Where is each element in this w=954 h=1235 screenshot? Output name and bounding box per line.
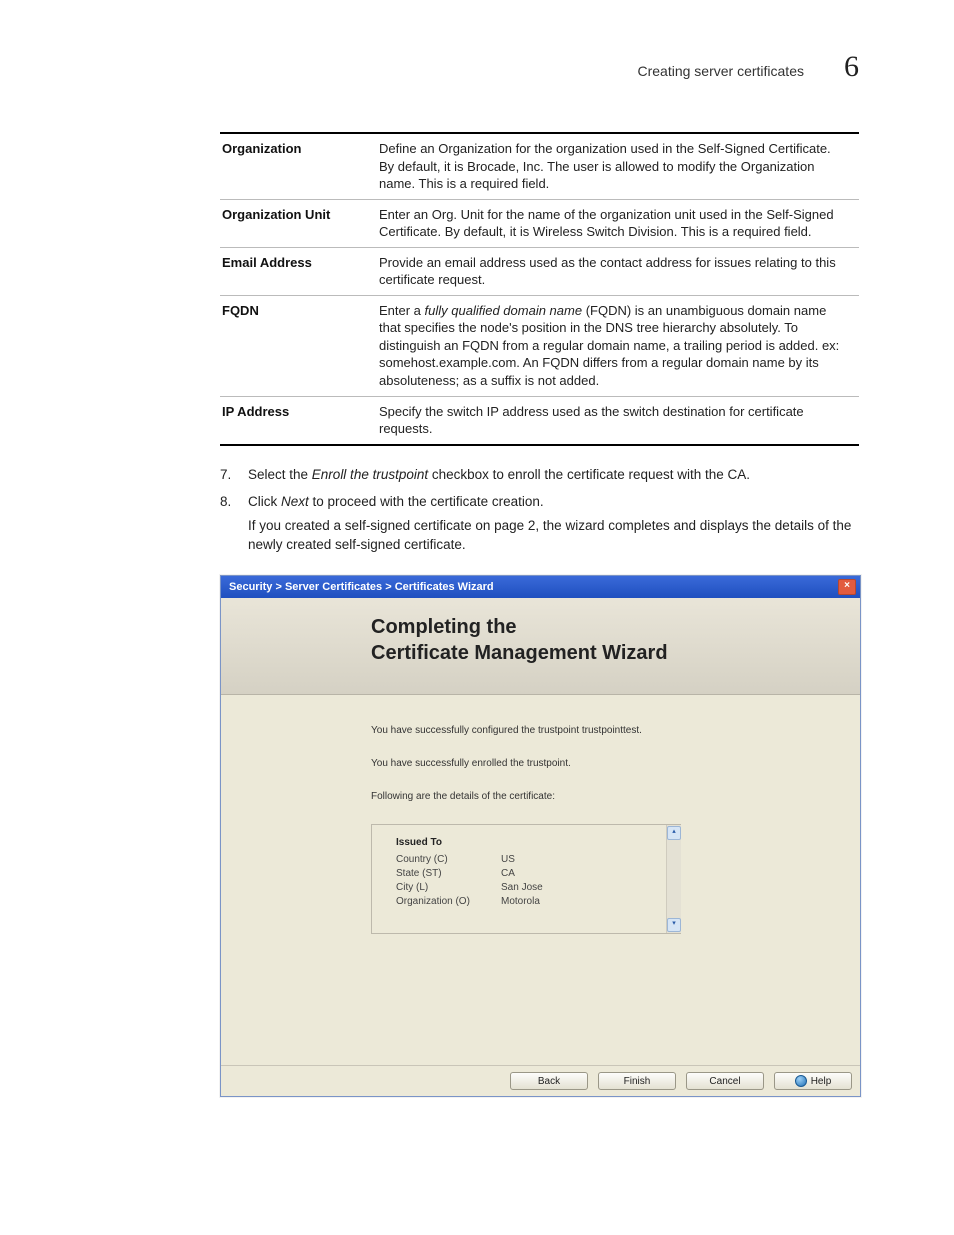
wizard-titlebar: Security > Server Certificates > Certifi… [221,576,860,598]
finish-button-label: Finish [624,1076,651,1087]
desc-email-address: Provide an email address used as the con… [377,247,859,295]
term-fqdn: FQDN [220,295,377,396]
cancel-button[interactable]: Cancel [686,1072,764,1090]
table-row: Organization Unit Enter an Org. Unit for… [220,199,859,247]
detail-value: CA [501,868,515,879]
wizard-heading: Completing the Certificate Management Wi… [371,614,840,666]
desc-organization: Define an Organization for the organizat… [377,133,859,199]
detail-key: Country (C) [396,854,501,865]
detail-row-country: Country (C) US [396,854,669,865]
detail-row-org: Organization (O) Motorola [396,896,669,907]
msg-enrolled: You have successfully enrolled the trust… [371,758,830,769]
wizard-footer: Back Finish Cancel Help [221,1065,860,1096]
running-header: Creating server certificates 6 [220,50,859,84]
help-button-label: Help [811,1076,832,1087]
scroll-down-icon[interactable]: ▾ [667,918,681,932]
cancel-button-label: Cancel [709,1076,740,1087]
detail-key: Organization (O) [396,896,501,907]
detail-value: San Jose [501,882,543,893]
table-row: Organization Define an Organization for … [220,133,859,199]
table-row: IP Address Specify the switch IP address… [220,396,859,445]
table-row: FQDN Enter a fully qualified domain name… [220,295,859,396]
detail-value: US [501,854,515,865]
close-icon[interactable]: × [838,579,856,595]
step-number: 8. [220,493,248,512]
scroll-up-icon[interactable]: ▴ [667,826,681,840]
chapter-number: 6 [844,50,859,84]
term-ip-address: IP Address [220,396,377,445]
msg-configured: You have successfully configured the tru… [371,725,830,736]
step-8-continuation: If you created a self-signed certificate… [248,517,859,555]
detail-row-city: City (L) San Jose [396,882,669,893]
step-text: Click Next to proceed with the certifica… [248,493,544,512]
back-button[interactable]: Back [510,1072,588,1090]
wizard-banner: Completing the Certificate Management Wi… [221,598,860,695]
wizard-breadcrumb: Security > Server Certificates > Certifi… [229,581,494,593]
help-button[interactable]: Help [774,1072,852,1090]
step-number: 7. [220,466,248,485]
detail-key: State (ST) [396,868,501,879]
step-7: 7. Select the Enroll the trustpoint chec… [220,466,859,485]
step-8: 8. Click Next to proceed with the certif… [220,493,859,512]
certificate-details-box: Issued To Country (C) US State (ST) CA C… [371,824,681,934]
wizard-heading-line1: Completing the [371,614,840,640]
term-organization-unit: Organization Unit [220,199,377,247]
section-title: Creating server certificates [637,63,804,79]
help-icon [795,1075,807,1087]
fqdn-em: fully qualified domain name [425,303,583,318]
wizard-dialog: Security > Server Certificates > Certifi… [220,575,861,1097]
desc-fqdn: Enter a fully qualified domain name (FQD… [377,295,859,396]
detail-value: Motorola [501,896,540,907]
term-email-address: Email Address [220,247,377,295]
detail-key: City (L) [396,882,501,893]
desc-organization-unit: Enter an Org. Unit for the name of the o… [377,199,859,247]
definitions-table: Organization Define an Organization for … [220,132,859,446]
finish-button[interactable]: Finish [598,1072,676,1090]
issued-to-header: Issued To [396,837,669,848]
table-row: Email Address Provide an email address u… [220,247,859,295]
fqdn-pre: Enter a [379,303,425,318]
term-organization: Organization [220,133,377,199]
desc-ip-address: Specify the switch IP address used as th… [377,396,859,445]
detail-row-state: State (ST) CA [396,868,669,879]
wizard-body: You have successfully configured the tru… [221,695,860,1065]
msg-details: Following are the details of the certifi… [371,791,830,802]
scrollbar[interactable]: ▴ ▾ [666,825,681,933]
wizard-heading-line2: Certificate Management Wizard [371,640,840,666]
back-button-label: Back [538,1076,560,1087]
step-text: Select the Enroll the trustpoint checkbo… [248,466,750,485]
